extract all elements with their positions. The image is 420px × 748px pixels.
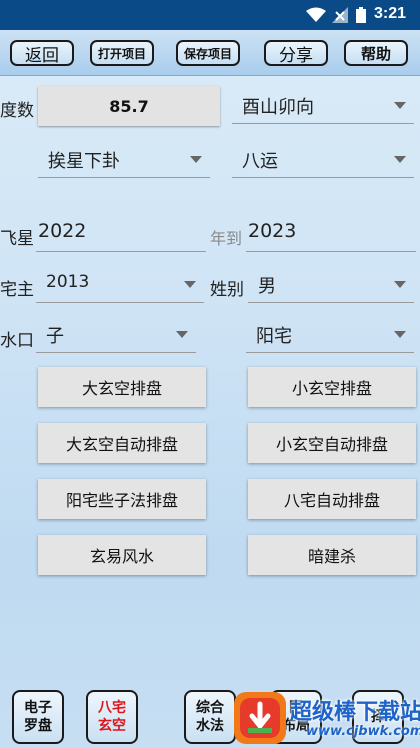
- nav-compass-line1: 电子: [24, 700, 52, 716]
- nav-water-line1: 综合: [196, 700, 224, 716]
- chevron-down-icon: [184, 281, 196, 288]
- nav-bazhai-line1: 八宅: [98, 700, 126, 716]
- help-button[interactable]: 帮助: [344, 40, 408, 66]
- degree-value-field[interactable]: 85.7: [38, 86, 220, 126]
- direction-value: 酉山卯向: [242, 97, 314, 118]
- star-mode-value: 挨星下卦: [48, 151, 120, 172]
- star-mode-dropdown[interactable]: 挨星下卦: [38, 140, 210, 178]
- chevron-down-icon: [394, 102, 406, 109]
- house-type-value: 阳宅: [256, 326, 292, 347]
- to-year-label: 年到: [210, 229, 243, 248]
- start-year-value: 2022: [38, 220, 87, 242]
- nav-water-method[interactable]: 综合 水法: [184, 690, 236, 744]
- start-year-input[interactable]: 2022: [36, 214, 206, 252]
- chevron-down-icon: [394, 331, 406, 338]
- period-dropdown[interactable]: 八运: [232, 140, 414, 178]
- big-xuankong-chart-button[interactable]: 大玄空排盘: [38, 367, 206, 407]
- bazhai-auto-chart-button[interactable]: 八宅自动排盘: [248, 479, 416, 519]
- share-button[interactable]: 分享: [264, 40, 328, 66]
- chevron-down-icon: [394, 156, 406, 163]
- water-value: 子: [46, 326, 64, 347]
- watermark-url: www.cjbwk.com: [306, 724, 420, 739]
- flying-star-label: 飞星: [0, 229, 34, 249]
- big-xuankong-auto-chart-button[interactable]: 大玄空自动排盘: [38, 423, 206, 463]
- nav-compass-line2: 罗盘: [24, 718, 52, 734]
- nav-bazhai-xuankong[interactable]: 八宅 玄空: [86, 690, 138, 744]
- back-button[interactable]: 返回: [10, 40, 74, 66]
- gender-label: 姓别: [210, 280, 244, 300]
- water-dropdown[interactable]: 子: [36, 315, 196, 353]
- owner-label: 宅主: [0, 280, 34, 300]
- watermark: 超级棒下载站 www.cjbwk.com: [232, 688, 420, 748]
- direction-dropdown[interactable]: 酉山卯向: [232, 86, 414, 124]
- owner-year-dropdown[interactable]: 2013: [36, 265, 204, 303]
- end-year-input[interactable]: 2023: [246, 214, 416, 252]
- battery-icon: [356, 7, 366, 28]
- house-type-dropdown[interactable]: 阳宅: [246, 315, 414, 353]
- nav-bazhai-line2: 玄空: [98, 718, 126, 734]
- degree-label: 度数: [0, 101, 34, 121]
- small-xuankong-auto-chart-button[interactable]: 小玄空自动排盘: [248, 423, 416, 463]
- status-bar: 3:21: [0, 0, 420, 30]
- save-project-button[interactable]: 保存项目: [176, 40, 240, 66]
- yangzhai-xiezi-chart-button[interactable]: 阳宅些子法排盘: [38, 479, 206, 519]
- nav-water-line2: 水法: [196, 718, 224, 734]
- small-xuankong-chart-button[interactable]: 小玄空排盘: [248, 367, 416, 407]
- anjiansha-button[interactable]: 暗建杀: [248, 535, 416, 575]
- signal-icon: [332, 7, 348, 28]
- gender-value: 男: [258, 276, 276, 297]
- nav-compass[interactable]: 电子 罗盘: [12, 690, 64, 744]
- chevron-down-icon: [190, 156, 202, 163]
- toolbar: 返回 打开项目 保存项目 分享 帮助: [0, 30, 420, 76]
- end-year-value: 2023: [248, 220, 297, 242]
- gender-dropdown[interactable]: 男: [248, 265, 414, 303]
- watermark-title: 超级棒下载站: [290, 700, 420, 725]
- chevron-down-icon: [176, 331, 188, 338]
- chevron-down-icon: [394, 281, 406, 288]
- owner-year-value: 2013: [46, 272, 90, 292]
- period-value: 八运: [242, 151, 278, 172]
- open-project-button[interactable]: 打开项目: [90, 40, 154, 66]
- xuanyi-fengshui-button[interactable]: 玄易风水: [38, 535, 206, 575]
- wifi-icon: [306, 7, 326, 28]
- clock: 3:21: [373, 5, 406, 22]
- water-label: 水口: [0, 331, 34, 351]
